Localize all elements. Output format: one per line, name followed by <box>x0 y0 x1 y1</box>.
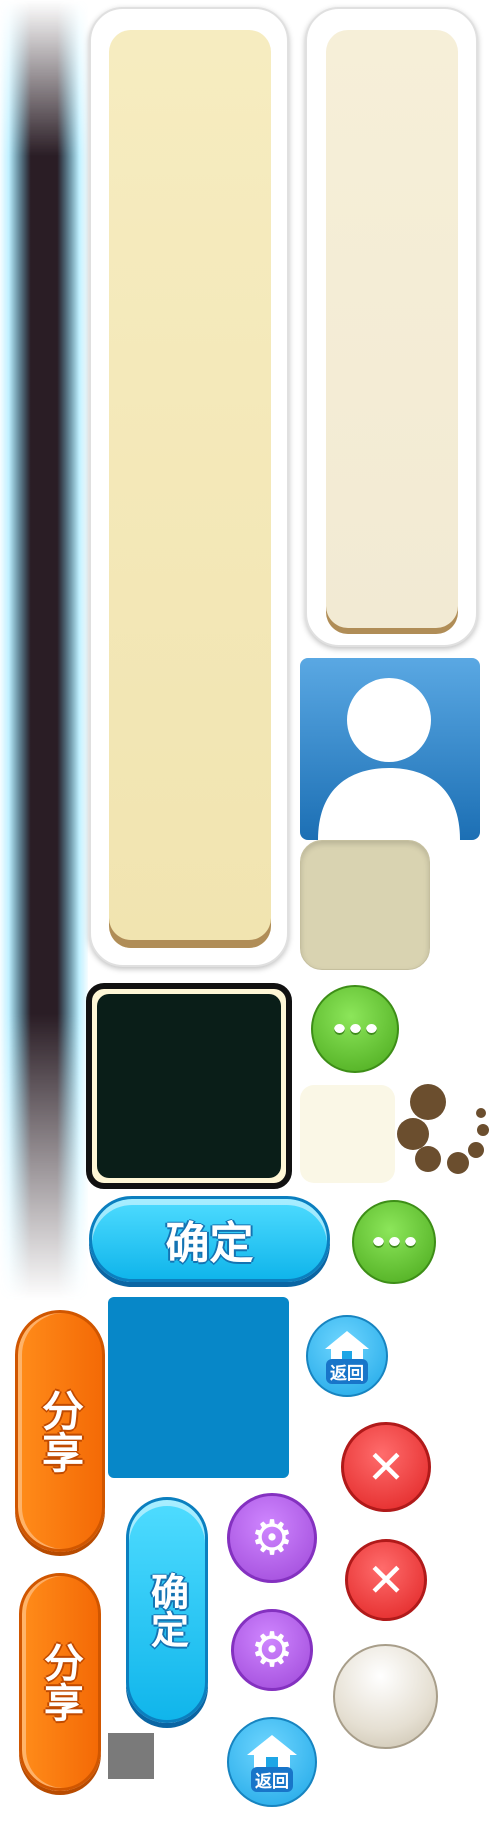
glow-bar <box>0 0 88 1300</box>
home-button-bottom[interactable]: 返回 <box>227 1717 317 1807</box>
pearl-button[interactable] <box>333 1644 438 1749</box>
home-icon <box>325 1330 369 1363</box>
confirm-button[interactable]: 确定 <box>89 1196 330 1282</box>
home-button-bottom-label: 返回 <box>251 1766 293 1792</box>
user-avatar-icon <box>318 678 460 840</box>
home-button-top[interactable]: 返回 <box>306 1315 388 1397</box>
light-square-tile <box>300 1085 395 1183</box>
sprite-sheet: 确定 分享 返回 ✕ 确定 ⚙ ✕ 分享 ⚙ 返回 <box>0 0 491 1822</box>
settings-button-bottom[interactable]: ⚙ <box>231 1609 313 1691</box>
confirm-button-vertical[interactable]: 确定 <box>126 1497 208 1723</box>
gear-icon: ⚙ <box>250 1510 294 1566</box>
chat-button-bottom[interactable] <box>352 1200 436 1284</box>
confirm-button-vertical-label: 确定 <box>144 1572 189 1648</box>
user-avatar <box>300 658 480 840</box>
gear-icon: ⚙ <box>250 1622 294 1678</box>
settings-button-top[interactable]: ⚙ <box>227 1493 317 1583</box>
close-button-top[interactable]: ✕ <box>341 1422 431 1512</box>
chat-button-top[interactable] <box>311 985 399 1073</box>
beige-tile <box>300 840 430 970</box>
loading-spinner-icon <box>395 1080 491 1180</box>
share-button-top-label: 分享 <box>35 1389 85 1473</box>
confirm-button-label: 确定 <box>165 1218 254 1269</box>
tall-panel-small-inner <box>326 30 458 634</box>
blue-square <box>108 1297 289 1478</box>
share-button-bottom-label: 分享 <box>37 1642 83 1722</box>
chat-bubble-icon <box>333 1023 377 1035</box>
chat-bubble-icon <box>372 1236 416 1248</box>
close-button-bottom[interactable]: ✕ <box>345 1539 427 1621</box>
share-button-bottom[interactable]: 分享 <box>19 1573 101 1791</box>
dark-frame-inner <box>97 994 281 1178</box>
close-icon: ✕ <box>366 1440 406 1494</box>
close-icon: ✕ <box>366 1553 406 1607</box>
home-button-top-label: 返回 <box>326 1358 368 1384</box>
home-icon <box>247 1734 297 1771</box>
tall-panel-large-inner <box>109 30 271 948</box>
share-button-top[interactable]: 分享 <box>15 1310 105 1552</box>
grey-square <box>108 1733 154 1779</box>
